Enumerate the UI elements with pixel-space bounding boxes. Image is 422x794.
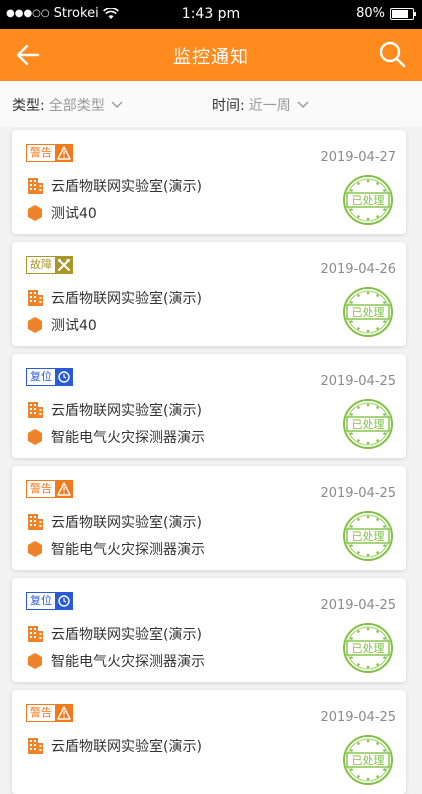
location-row: 云盾物联网实验室(演示): [26, 400, 202, 420]
device-row: 智能电气火灾探测器演示: [26, 427, 205, 447]
type-filter[interactable]: 类型: 全部类型: [12, 95, 123, 115]
badge-label: 警告: [26, 144, 55, 162]
stamp-text: 已处理: [352, 754, 385, 767]
processed-stamp: 已处理: [343, 511, 393, 561]
location-row: 云盾物联网实验室(演示): [26, 512, 202, 532]
stamp-text: 已处理: [352, 642, 385, 655]
device-name: 测试40: [51, 318, 97, 334]
processed-stamp: 已处理: [343, 735, 393, 785]
location-name: 云盾物联网实验室(演示): [51, 739, 202, 755]
chevron-down-icon: [297, 101, 309, 108]
device-row: 测试40: [26, 203, 97, 223]
processed-stamp: 已处理: [343, 287, 393, 337]
device-name: 智能电气火灾探测器演示: [51, 430, 205, 446]
search-icon[interactable]: [378, 40, 406, 68]
location-row: 云盾物联网实验室(演示): [26, 624, 202, 644]
badge-label: 复位: [26, 592, 55, 610]
notification-type-badge: 故障: [26, 256, 73, 274]
notification-date: 2019-04-26: [320, 262, 396, 277]
building-icon: [28, 178, 43, 194]
building-icon: [28, 402, 43, 418]
badge-label: 警告: [26, 704, 55, 722]
warning-icon: [55, 480, 73, 498]
status-bar: ●●●○○ Strokei 1:43 pm 80%: [0, 0, 422, 29]
notification-card[interactable]: 复位 2019-04-25 云盾物联网实验室(演示) 智能电气火灾探测器演示 已…: [12, 578, 406, 682]
stamp-text: 已处理: [352, 194, 385, 207]
reset-icon: [55, 592, 73, 610]
location-name: 云盾物联网实验室(演示): [51, 627, 202, 643]
notification-date: 2019-04-25: [320, 598, 396, 613]
time-filter-value: 近一周: [248, 98, 291, 114]
nav-bar: 监控通知: [0, 29, 422, 81]
location-row: 云盾物联网实验室(演示): [26, 288, 202, 308]
time-filter[interactable]: 时间: 近一周: [212, 95, 309, 115]
building-icon: [28, 514, 43, 530]
device-hexagon-icon: [28, 429, 42, 445]
location-name: 云盾物联网实验室(演示): [51, 515, 202, 531]
badge-label: 警告: [26, 480, 55, 498]
device-name: 测试40: [51, 206, 97, 222]
device-row: 测试40: [26, 315, 97, 335]
type-filter-value: 全部类型: [48, 98, 105, 114]
stamp-text: 已处理: [352, 418, 385, 431]
notification-date: 2019-04-25: [320, 374, 396, 389]
location-name: 云盾物联网实验室(演示): [51, 403, 202, 419]
notification-card[interactable]: 故障 2019-04-26 云盾物联网实验室(演示) 测试40 已处理: [12, 242, 406, 346]
notification-card[interactable]: 警告 2019-04-27 云盾物联网实验室(演示) 测试40 已处理: [12, 130, 406, 234]
processed-stamp: 已处理: [343, 623, 393, 673]
notification-date: 2019-04-25: [320, 486, 396, 501]
warning-icon: [55, 144, 73, 162]
notification-type-badge: 复位: [26, 592, 73, 610]
device-hexagon-icon: [28, 317, 42, 333]
notification-type-badge: 警告: [26, 144, 73, 162]
processed-stamp: 已处理: [343, 399, 393, 449]
device-hexagon-icon: [28, 653, 42, 669]
battery-percent: 80%: [356, 6, 385, 21]
time-filter-label: 时间:: [212, 98, 245, 114]
location-row: 云盾物联网实验室(演示): [26, 176, 202, 196]
reset-icon: [55, 368, 73, 386]
badge-label: 故障: [26, 256, 55, 274]
stamp-text: 已处理: [352, 306, 385, 319]
type-filter-label: 类型:: [12, 98, 45, 114]
device-hexagon-icon: [28, 541, 42, 557]
notification-date: 2019-04-25: [320, 710, 396, 725]
device-name: 智能电气火灾探测器演示: [51, 654, 205, 670]
tools-icon: [55, 256, 73, 274]
stamp-text: 已处理: [352, 530, 385, 543]
notification-date: 2019-04-27: [320, 150, 396, 165]
device-row: 智能电气火灾探测器演示: [26, 539, 205, 559]
device-hexagon-icon: [28, 205, 42, 221]
badge-label: 复位: [26, 368, 55, 386]
warning-icon: [55, 704, 73, 722]
battery-icon: [390, 7, 416, 20]
chevron-down-icon: [111, 101, 123, 108]
building-icon: [28, 738, 43, 754]
notification-type-badge: 复位: [26, 368, 73, 386]
notification-card[interactable]: 警告 2019-04-25 云盾物联网实验室(演示) 智能电气火灾探测器演示 已…: [12, 466, 406, 570]
location-name: 云盾物联网实验室(演示): [51, 291, 202, 307]
page-title: 监控通知: [173, 47, 249, 68]
location-row: 云盾物联网实验室(演示): [26, 736, 202, 756]
notification-card[interactable]: 警告 2019-04-25 云盾物联网实验室(演示) 已处理: [12, 690, 406, 794]
device-row: 智能电气火灾探测器演示: [26, 651, 205, 671]
location-name: 云盾物联网实验室(演示): [51, 179, 202, 195]
building-icon: [28, 626, 43, 642]
notification-card[interactable]: 复位 2019-04-25 云盾物联网实验室(演示) 智能电气火灾探测器演示 已…: [12, 354, 406, 458]
building-icon: [28, 290, 43, 306]
device-name: 智能电气火灾探测器演示: [51, 542, 205, 558]
notification-type-badge: 警告: [26, 704, 73, 722]
processed-stamp: 已处理: [343, 175, 393, 225]
filter-bar: 类型: 全部类型 时间: 近一周: [0, 81, 422, 127]
notification-type-badge: 警告: [26, 480, 73, 498]
